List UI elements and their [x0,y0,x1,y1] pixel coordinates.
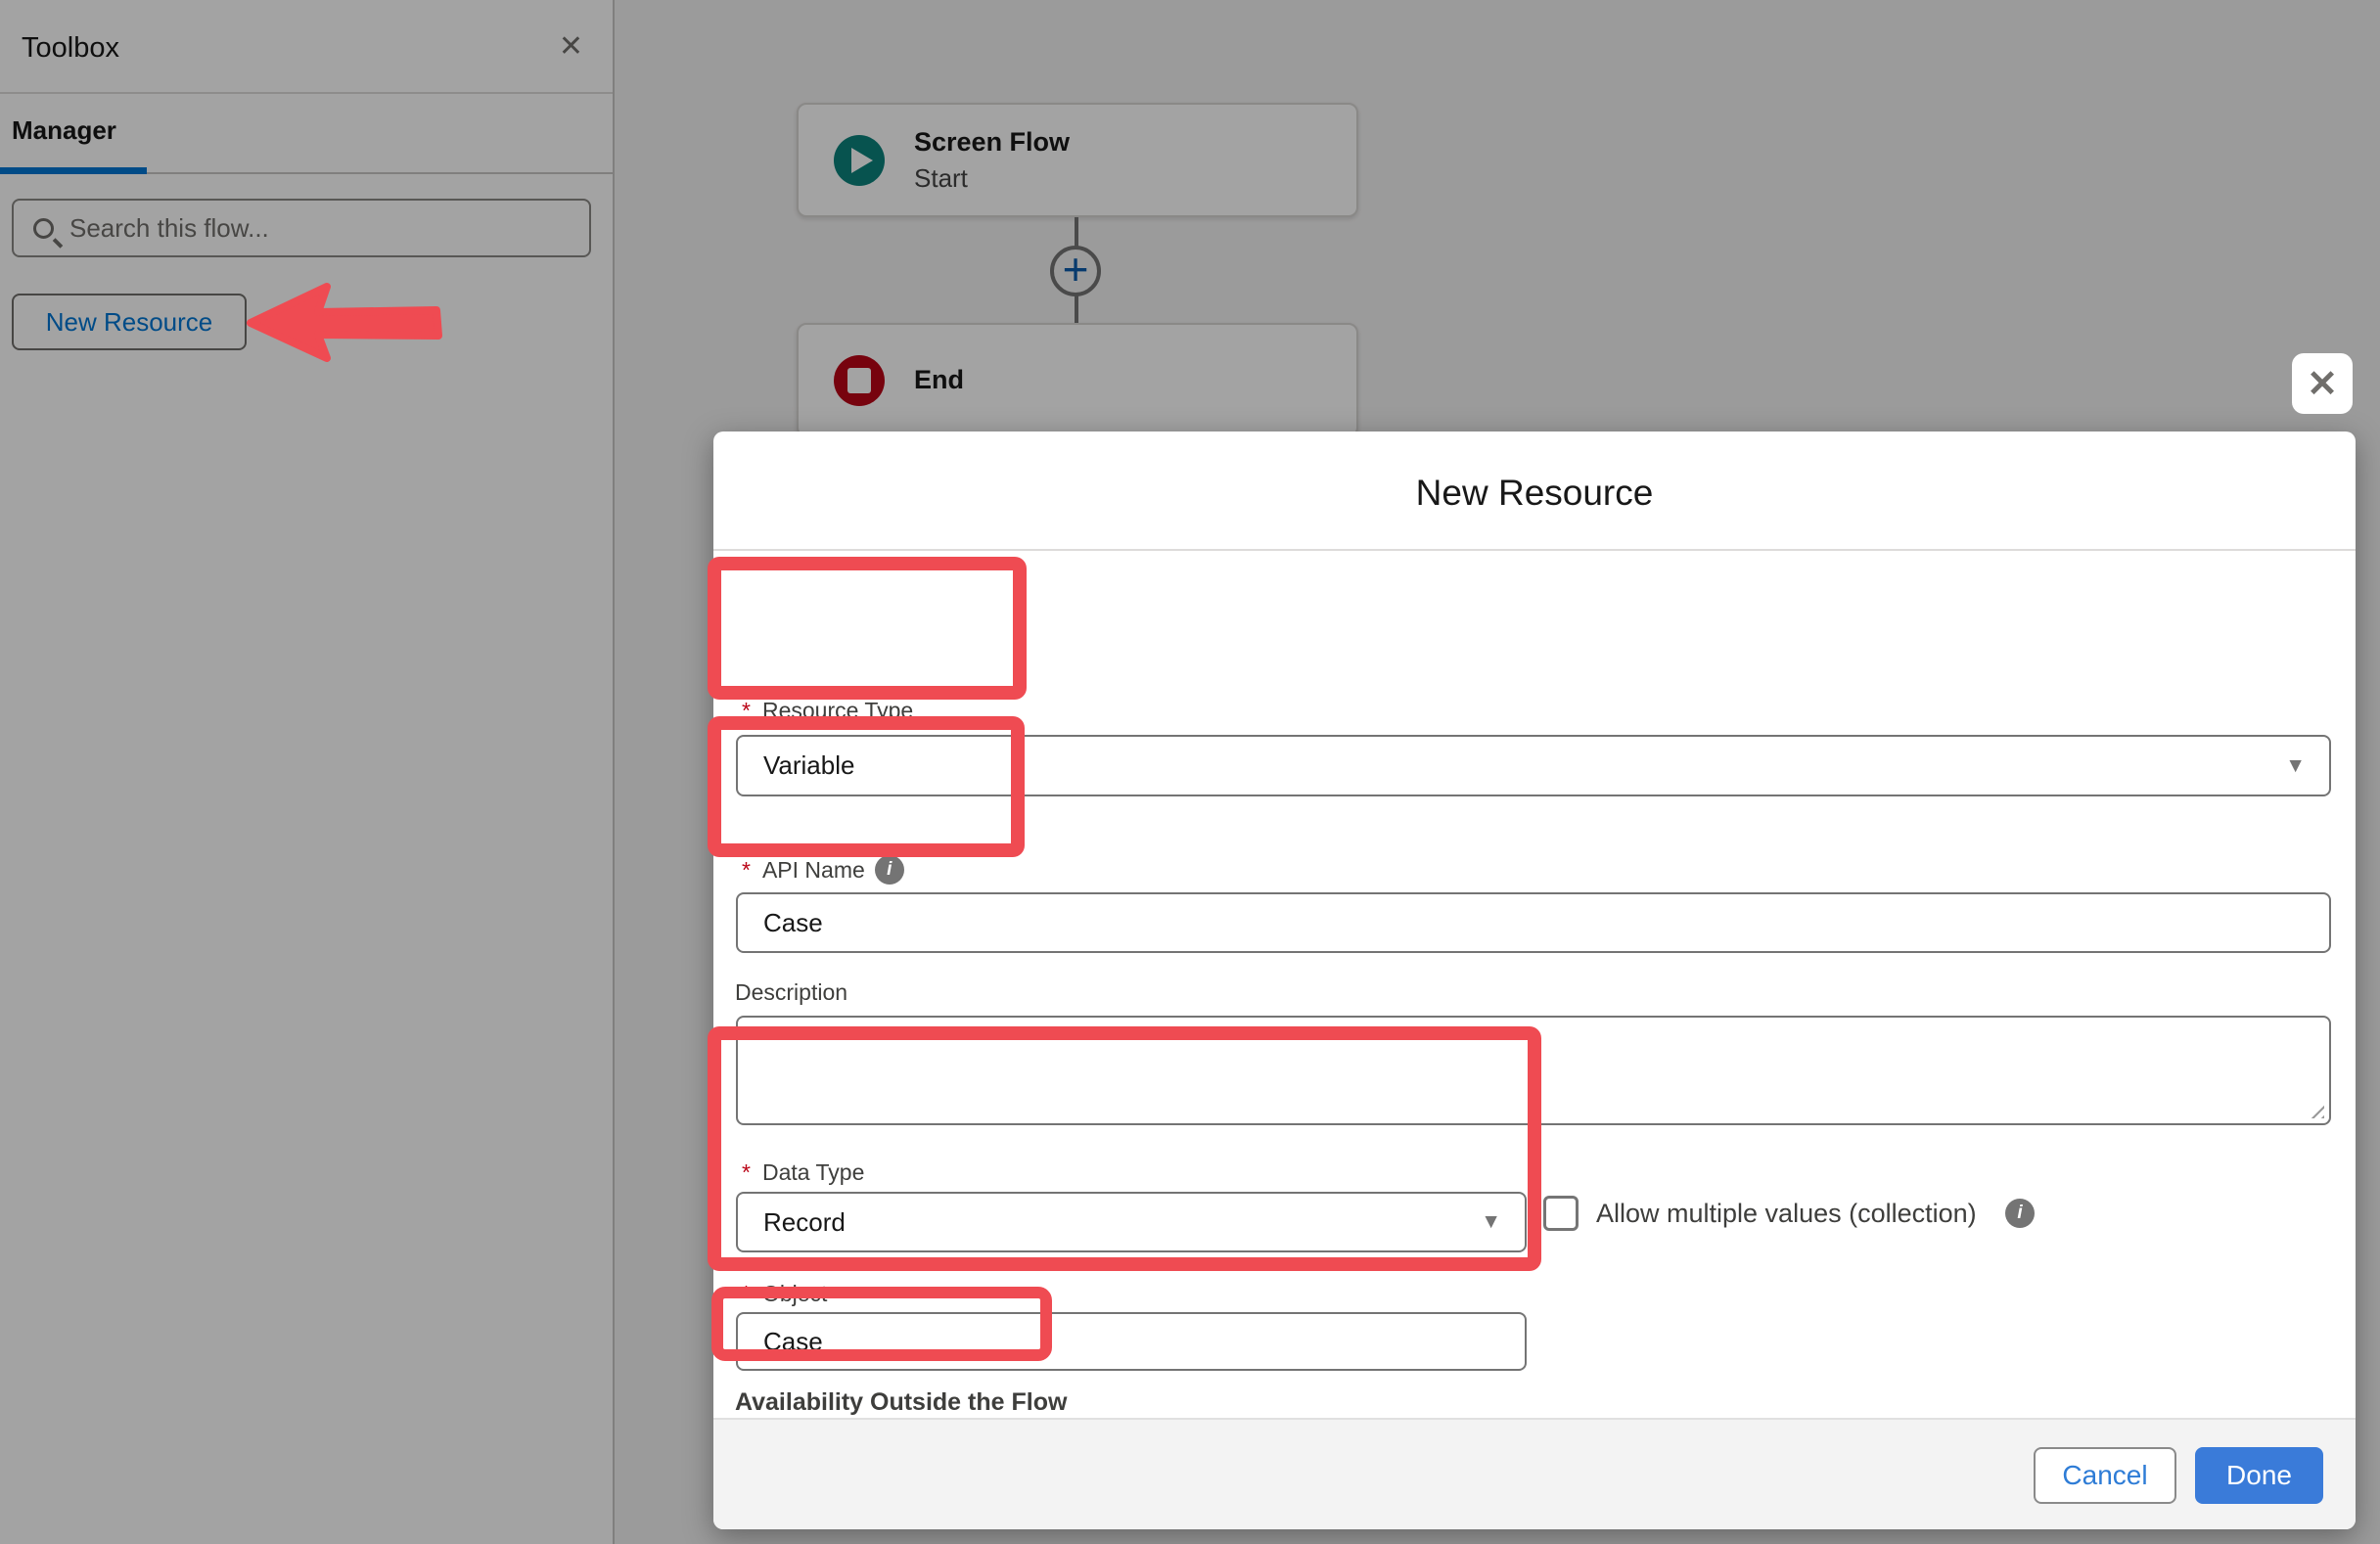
required-asterisk: * [742,857,751,884]
required-asterisk: * [742,698,751,724]
object-label: * Object [742,1281,827,1307]
api-name-label: * API Name i [742,855,904,885]
allow-multiple-checkbox[interactable] [1543,1196,1579,1231]
flow-builder-screen: Toolbox ✕ Manager New Resource Screen Fl… [0,0,2380,1544]
description-label: Description [735,979,847,1006]
modal-title: New Resource [713,473,2356,514]
cancel-button[interactable]: Cancel [2034,1447,2176,1504]
resource-type-select[interactable]: Variable ▼ [736,735,2331,796]
resource-type-value: Variable [738,750,854,781]
modal-header: New Resource [713,431,2356,551]
data-type-select[interactable]: Record ▼ [736,1192,1527,1252]
api-name-input[interactable] [738,908,2170,938]
resource-type-label: * Resource Type [742,698,913,724]
new-resource-modal: New Resource * Resource Type Variable ▼ … [713,431,2356,1529]
modal-close-button[interactable]: ✕ [2292,353,2353,414]
modal-footer: Cancel Done [713,1418,2356,1529]
data-type-value: Record [738,1207,846,1238]
info-icon[interactable]: i [2005,1199,2035,1228]
chevron-down-icon: ▼ [1481,1210,1501,1234]
close-icon: ✕ [2307,362,2338,406]
required-asterisk: * [742,1159,751,1186]
object-field[interactable] [736,1312,1527,1371]
info-icon[interactable]: i [875,855,904,885]
object-input[interactable] [738,1327,1446,1357]
api-name-field[interactable] [736,892,2331,953]
data-type-label: * Data Type [742,1159,864,1186]
description-field[interactable] [736,1016,2331,1125]
allow-multiple-label: Allow multiple values (collection) [1596,1199,1977,1229]
required-asterisk: * [742,1281,751,1307]
availability-heading: Availability Outside the Flow [735,1388,1067,1417]
done-button[interactable]: Done [2195,1447,2323,1504]
chevron-down-icon: ▼ [2285,754,2306,778]
description-input[interactable] [738,1018,2329,1123]
